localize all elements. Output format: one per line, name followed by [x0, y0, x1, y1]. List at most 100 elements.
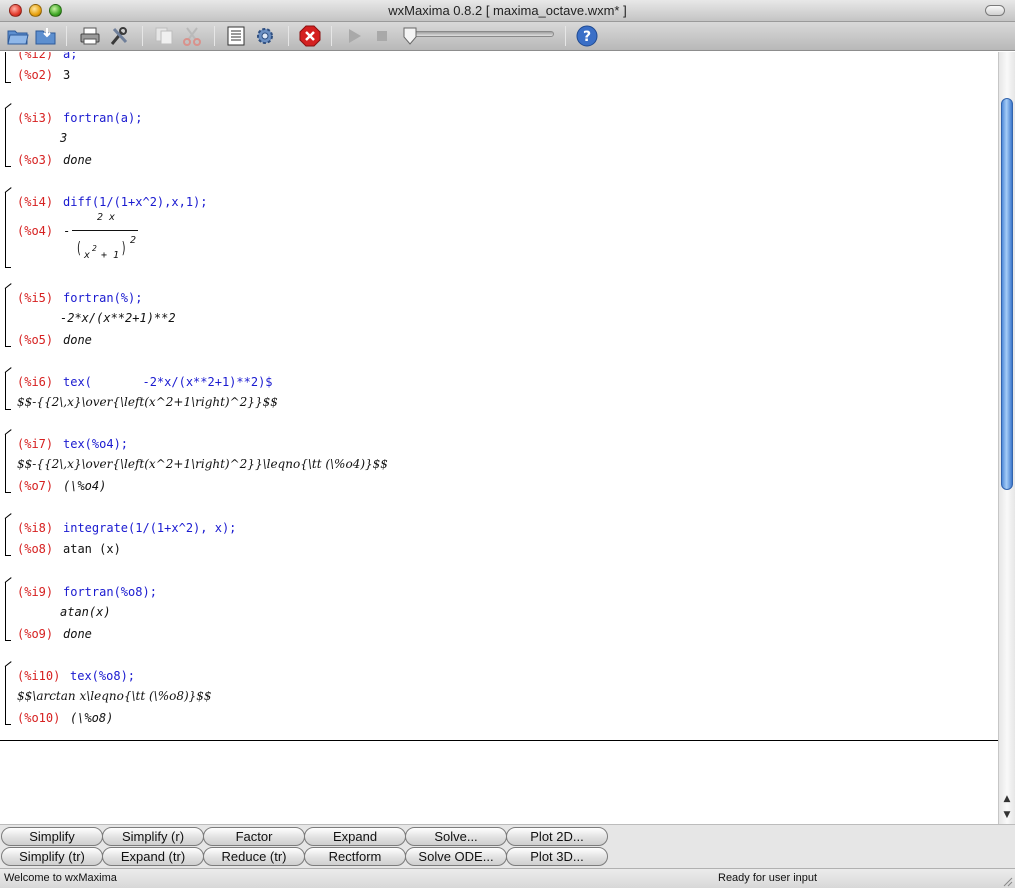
- scroll-up-arrow-icon[interactable]: ▲: [999, 792, 1015, 806]
- output-text: 3: [63, 68, 71, 82]
- cell-bracket[interactable]: [5, 372, 11, 410]
- input-label: (%i8): [17, 521, 54, 535]
- denominator-rest: + 1: [101, 250, 120, 261]
- input-label: (%i7): [17, 437, 54, 451]
- scrollbar-thumb[interactable]: [1001, 98, 1013, 490]
- cut-icon[interactable]: [180, 24, 204, 48]
- worksheet-end-line: [0, 740, 998, 741]
- output-label: (%o3): [17, 153, 54, 167]
- simplify-r-button[interactable]: Simplify (r): [102, 827, 204, 846]
- right-paren: ): [120, 238, 127, 257]
- input-text[interactable]: fortran(%o8);: [63, 585, 157, 599]
- toolbar-toggle-button[interactable]: [985, 5, 1005, 16]
- expand-button[interactable]: Expand: [304, 827, 406, 846]
- plot-2d-button[interactable]: Plot 2D...: [506, 827, 608, 846]
- output-label: (%o8): [17, 542, 54, 556]
- input-text[interactable]: a;: [63, 52, 77, 61]
- printed-output: 3: [60, 131, 68, 145]
- plot-3d-button[interactable]: Plot 3D...: [506, 847, 608, 866]
- input-label: (%i4): [17, 195, 54, 209]
- output-text: atan (x): [63, 542, 121, 556]
- rectform-button[interactable]: Rectform: [304, 847, 406, 866]
- stop-icon[interactable]: [370, 24, 394, 48]
- toolbar-separator: [331, 26, 332, 46]
- toolbar-separator: [142, 26, 143, 46]
- output-label: (%o9): [17, 627, 54, 641]
- cell-bracket[interactable]: [5, 192, 11, 268]
- printed-output: $$-{{2\,x}\over{\left(x^2+1\right)^2}}$$: [17, 395, 278, 409]
- scroll-down-arrow-icon[interactable]: ▼: [999, 808, 1015, 822]
- output-label: (%o10): [17, 711, 61, 725]
- select-all-icon[interactable]: [224, 24, 248, 48]
- cell-bracket[interactable]: [5, 108, 11, 167]
- toolbar-separator: [288, 26, 289, 46]
- printed-output: -2*x/(x**2+1)**2: [60, 311, 176, 325]
- window-title: wxMaxima 0.8.2 [ maxima_octave.wxm* ]: [388, 3, 627, 18]
- simplify-tr-button[interactable]: Simplify (tr): [1, 847, 103, 866]
- button-panel: Simplify Simplify (r) Factor Expand Solv…: [0, 824, 1015, 868]
- status-message: Welcome to wxMaxima: [4, 872, 117, 884]
- fraction-bar: [72, 230, 138, 231]
- printed-output: atan(x): [60, 605, 111, 619]
- input-text[interactable]: integrate(1/(1+x^2), x);: [63, 521, 236, 535]
- print-icon[interactable]: [78, 24, 102, 48]
- help-icon[interactable]: ?: [575, 24, 599, 48]
- input-text[interactable]: tex(%o4);: [63, 437, 128, 451]
- cell-bracket[interactable]: [5, 582, 11, 641]
- config-icon[interactable]: [107, 24, 131, 48]
- cell-bracket[interactable]: [5, 288, 11, 347]
- status-bar: Welcome to wxMaxima Ready for user input: [0, 868, 1015, 888]
- copy-icon[interactable]: [152, 24, 176, 48]
- input-label: (%i3): [17, 111, 54, 125]
- toolbar: ?: [0, 22, 1015, 51]
- vertical-scrollbar[interactable]: ▲ ▼: [998, 52, 1015, 824]
- cell-bracket[interactable]: [5, 518, 11, 556]
- input-label: (%i2): [17, 52, 54, 61]
- factor-button[interactable]: Factor: [203, 827, 305, 846]
- output-label: (%o2): [17, 68, 54, 82]
- input-label: (%i10): [17, 669, 61, 683]
- input-text[interactable]: fortran(a);: [63, 111, 142, 125]
- input-text[interactable]: fortran(%);: [63, 291, 142, 305]
- toolbar-separator: [565, 26, 566, 46]
- cell-bracket[interactable]: [5, 52, 11, 83]
- play-icon[interactable]: [342, 24, 366, 48]
- solve-button[interactable]: Solve...: [405, 827, 507, 846]
- animation-slider[interactable]: [404, 31, 554, 37]
- input-text[interactable]: tex(%o8);: [70, 669, 135, 683]
- save-icon[interactable]: [34, 24, 58, 48]
- cell-bracket[interactable]: [5, 666, 11, 725]
- output-text: done: [63, 333, 92, 347]
- toolbar-separator: [214, 26, 215, 46]
- outer-exponent: 2: [130, 235, 137, 246]
- open-icon[interactable]: [6, 24, 30, 48]
- input-text[interactable]: tex( -2*x/(x**2+1)**2)$: [63, 375, 273, 389]
- worksheet[interactable]: (%i2) a; (%o2) 3 (%i3) fortran(a); 3 (%o…: [0, 52, 998, 824]
- output-label: (%o4): [17, 224, 54, 238]
- denominator-exponent: 2: [92, 244, 97, 253]
- left-paren: (: [75, 238, 82, 257]
- expand-tr-button[interactable]: Expand (tr): [102, 847, 204, 866]
- solve-ode-button[interactable]: Solve ODE...: [405, 847, 507, 866]
- simplify-button[interactable]: Simplify: [1, 827, 103, 846]
- printed-output: $$\arctan x\leqno{\tt (\%o8)}$$: [17, 689, 212, 703]
- status-ready: Ready for user input: [718, 872, 818, 884]
- output-text: (\%o4): [63, 479, 107, 493]
- output-label: (%o5): [17, 333, 54, 347]
- toolbar-separator: [66, 26, 67, 46]
- resize-grip-icon[interactable]: [1001, 875, 1013, 887]
- output-minus: -: [63, 224, 71, 238]
- reduce-tr-button[interactable]: Reduce (tr): [203, 847, 305, 866]
- fraction-denominator: x: [84, 250, 91, 261]
- slider-knob-icon[interactable]: [402, 27, 418, 49]
- fraction-numerator: 2 x: [97, 212, 116, 223]
- cell-bracket[interactable]: [5, 434, 11, 493]
- interrupt-icon[interactable]: [298, 24, 322, 48]
- input-label: (%i9): [17, 585, 54, 599]
- output-label: (%o7): [17, 479, 54, 493]
- settings-icon[interactable]: [253, 24, 277, 48]
- input-label: (%i5): [17, 291, 54, 305]
- output-text: done: [63, 627, 92, 641]
- svg-text:?: ?: [583, 29, 591, 45]
- input-text[interactable]: diff(1/(1+x^2),x,1);: [63, 195, 208, 209]
